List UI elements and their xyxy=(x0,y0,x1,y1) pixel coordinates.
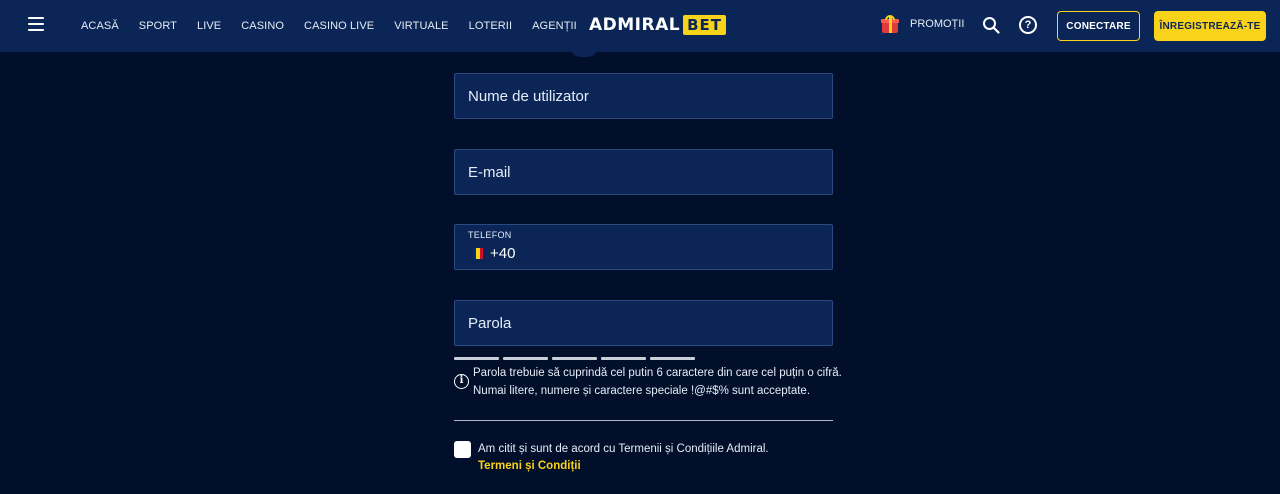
strength-segment xyxy=(650,357,695,360)
register-button[interactable]: ÎNREGISTREAZĂ-TE xyxy=(1154,11,1266,41)
email-field[interactable]: E-mail xyxy=(454,149,833,195)
phone-field[interactable]: TELEFON +40 xyxy=(454,224,833,270)
nav-item-agentii[interactable]: AGENȚII xyxy=(532,20,577,32)
logo-text-admiral: ADMIRAL xyxy=(589,15,681,35)
hamburger-menu-icon[interactable] xyxy=(28,17,44,31)
phone-prefix: +40 xyxy=(490,245,516,262)
nav-item-virtuale[interactable]: VIRTUALE xyxy=(394,20,448,32)
nav-item-loterii[interactable]: LOTERII xyxy=(469,20,513,32)
nav-item-casino-live[interactable]: CASINO LIVE xyxy=(304,20,374,32)
login-button[interactable]: CONECTARE xyxy=(1057,11,1140,41)
search-icon[interactable] xyxy=(982,16,1000,34)
help-icon[interactable]: ? xyxy=(1019,16,1037,34)
gift-icon xyxy=(880,14,900,34)
logo-text-bet: BET xyxy=(683,15,727,35)
romania-flag-icon xyxy=(473,248,483,259)
email-placeholder: E-mail xyxy=(468,164,511,181)
header-tab-notch xyxy=(569,45,599,57)
username-placeholder: Nume de utilizator xyxy=(468,88,589,105)
password-hint-line2: Numai litere, numere și caractere specia… xyxy=(473,385,811,397)
password-hint-line1: Parola trebuie să cuprindă cel putin 6 c… xyxy=(473,367,842,379)
nav-item-sport[interactable]: SPORT xyxy=(139,20,177,32)
header: ACASĂ SPORT LIVE CASINO CASINO LIVE VIRT… xyxy=(0,0,1280,52)
info-icon: i xyxy=(454,374,469,389)
logo[interactable]: ADMIRAL BET xyxy=(589,14,727,36)
promo-link[interactable]: PROMOȚII xyxy=(880,13,964,35)
strength-segment xyxy=(454,357,499,360)
password-strength-meter xyxy=(454,357,695,360)
strength-segment xyxy=(503,357,548,360)
main-nav: ACASĂ SPORT LIVE CASINO CASINO LIVE VIRT… xyxy=(81,0,597,52)
terms-link[interactable]: Termeni și Condiții xyxy=(478,460,581,472)
password-placeholder: Parola xyxy=(468,315,512,332)
strength-segment xyxy=(601,357,646,360)
nav-item-acasa[interactable]: ACASĂ xyxy=(81,20,119,32)
strength-segment xyxy=(552,357,597,360)
username-field[interactable]: Nume de utilizator xyxy=(454,73,833,119)
nav-item-casino[interactable]: CASINO xyxy=(241,20,284,32)
phone-label: TELEFON xyxy=(468,230,512,240)
promo-label: PROMOȚII xyxy=(910,18,965,30)
nav-item-live[interactable]: LIVE xyxy=(197,20,221,32)
password-field[interactable]: Parola xyxy=(454,300,833,346)
terms-checkbox[interactable] xyxy=(454,441,471,458)
terms-text: Am citit și sunt de acord cu Termenii și… xyxy=(478,443,769,455)
divider xyxy=(454,420,833,421)
